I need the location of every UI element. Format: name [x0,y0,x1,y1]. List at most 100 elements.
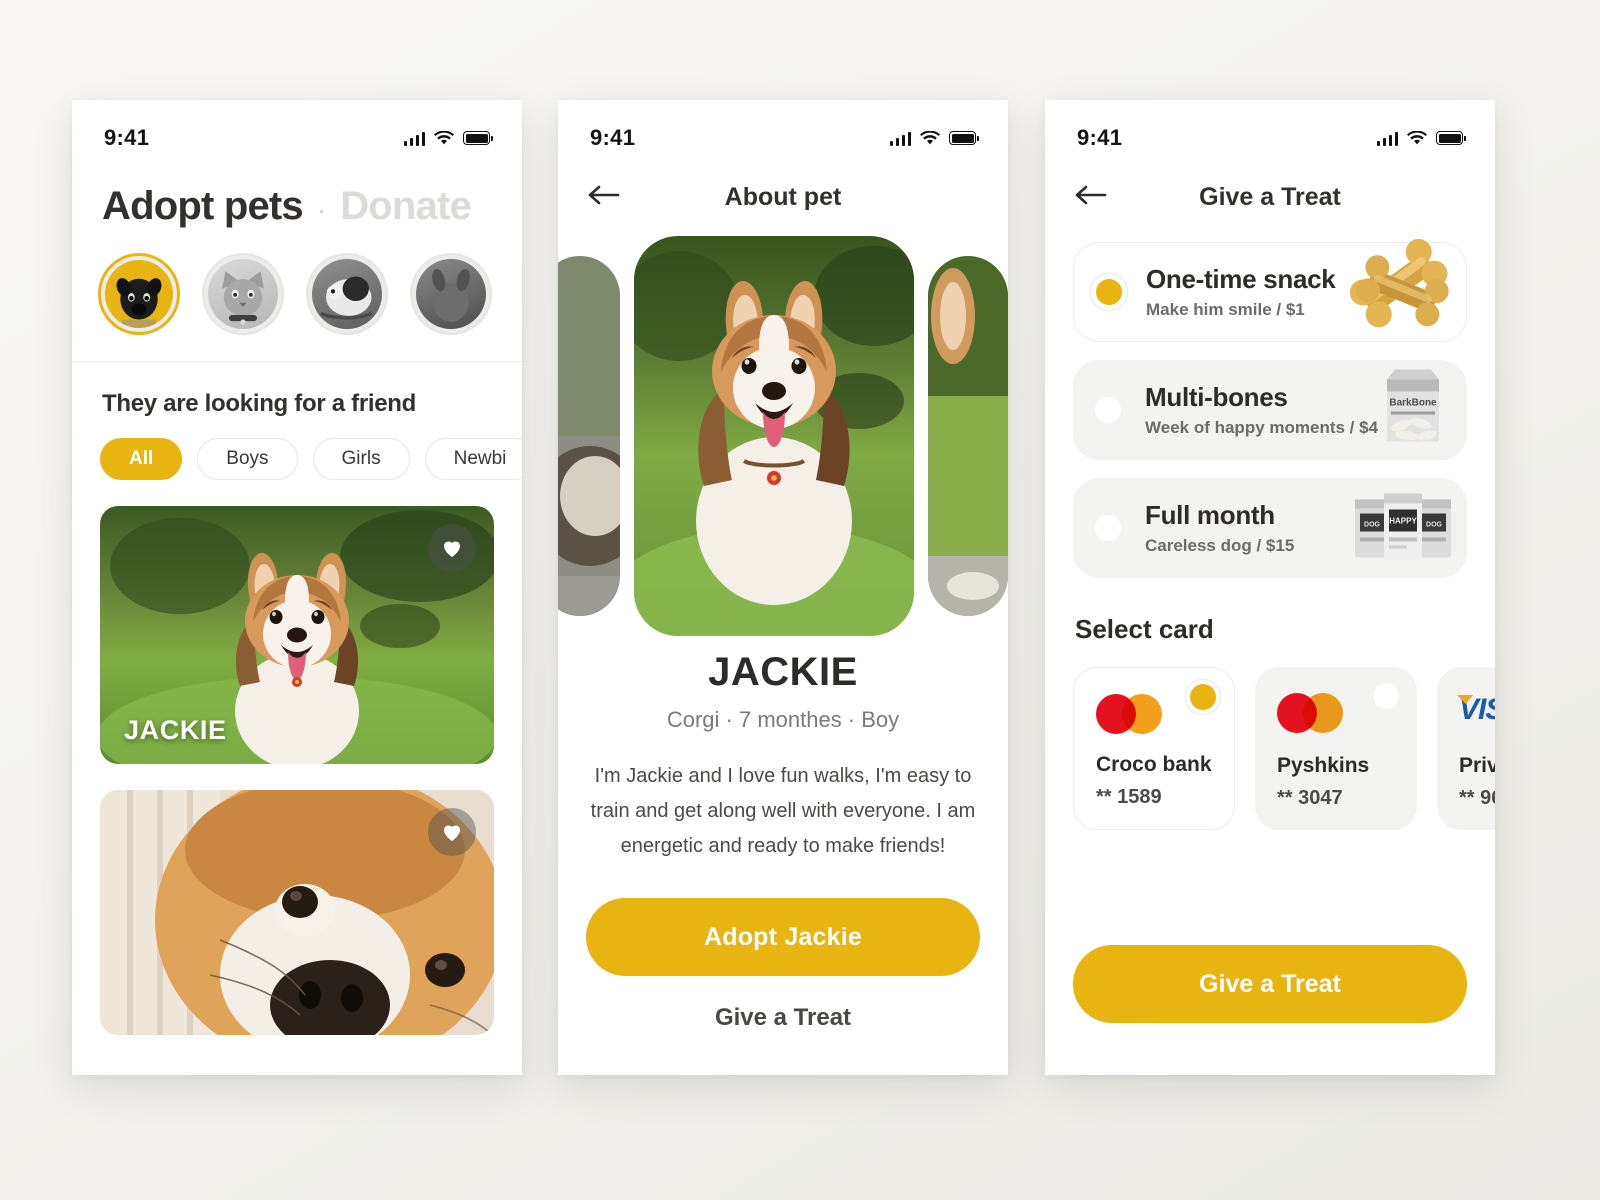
svg-text:BarkBone: BarkBone [1389,398,1437,409]
visa-icon: VISA [1459,693,1495,727]
pug-photo [116,278,162,328]
pet-category-row[interactable] [72,229,522,361]
guinea-pig-photo [319,276,373,320]
phone-screen-about-pet: 9:41 About pet JACKIE Corgi · 7 monthes … [558,100,1008,1075]
battery-icon [1436,131,1466,145]
tab-donate[interactable]: Donate [340,184,472,229]
treat-title: Full month [1145,500,1275,530]
svg-text:DOG: DOG [1426,522,1443,529]
svg-text:DOG: DOG [1364,522,1381,529]
carousel-main-photo[interactable] [634,236,914,636]
treat-option-full-month[interactable]: Full month Careless dog / $15 DOG DOG HA… [1073,478,1467,578]
carousel-next-photo[interactable] [928,256,1008,616]
status-time: 9:41 [590,125,636,150]
heart-icon [444,541,460,557]
filter-chip-girls[interactable]: Girls [312,438,410,480]
phone-screen-give-treat: 9:41 Give a Treat One-time snack Make hi… [1045,100,1495,1075]
favorite-button[interactable] [428,808,476,856]
food-bags-icon: DOG DOG HAPPY [1351,486,1455,571]
pet-card-second[interactable] [100,790,494,1035]
status-bar: 9:41 [558,100,1008,162]
give-treat-button[interactable]: Give a Treat [1073,945,1467,1023]
battery-icon [463,131,493,145]
card-number: ** 1589 [1096,786,1162,808]
pet-description: I'm Jackie and I love fun walks, I'm eas… [590,765,976,857]
select-card-title: Select card [1075,614,1214,644]
pet-photo-jackie-large [634,236,914,636]
treat-option-multi-bones[interactable]: Multi-bones Week of happy moments / $4 B… [1073,360,1467,460]
filter-chip-newbies[interactable]: Newbi [424,438,522,480]
status-time: 9:41 [1077,125,1123,150]
mastercard-icon [1096,694,1162,734]
status-time: 9:41 [104,125,150,150]
cellular-bars-icon [1376,131,1398,146]
card-list[interactable]: Croco bank ** 1589 Pyshkins ** 3047 VISA… [1045,645,1495,830]
back-button[interactable] [1075,182,1115,212]
title-separator: · [316,194,327,225]
heart-icon [444,825,460,841]
card-number: ** 9633 [1459,787,1495,809]
treat-subtitle: Week of happy moments / $4 [1145,418,1379,437]
filter-chip-boys[interactable]: Boys [197,438,298,480]
payment-card-privatbank[interactable]: VISA Privatb ** 9633 [1437,667,1495,830]
status-icons [889,130,979,146]
payment-card-pyshkins[interactable]: Pyshkins ** 3047 [1255,667,1417,830]
favorite-button[interactable] [428,524,476,572]
treat-option-one-time-snack[interactable]: One-time snack Make him smile / $1 [1073,238,1467,342]
treat-subtitle: Careless dog / $15 [1145,536,1295,555]
section-title-friends: They are looking for a friend [102,390,417,417]
status-icons [1376,130,1466,146]
phone-screen-adopt-pets: 9:41 Adopt pets · Donate They are lookin… [72,100,522,1075]
pet-photo-prev [558,256,620,616]
card-radio-selected[interactable] [1190,684,1216,710]
status-icons [403,130,493,146]
pet-name: JACKIE [708,650,858,694]
treat-title: One-time snack [1146,264,1336,294]
radio-selected[interactable] [1096,279,1122,305]
payment-card-croco-bank[interactable]: Croco bank ** 1589 [1073,667,1235,830]
wifi-icon [920,130,940,144]
radio-unselected[interactable] [1095,397,1121,423]
pet-card-name: JACKIE [124,715,227,745]
pet-photo-carousel[interactable] [558,228,1008,636]
arrow-left-icon [1075,185,1107,205]
cat-photo [222,271,264,325]
give-treat-link[interactable]: Give a Treat [558,1004,1008,1032]
wifi-icon [1407,130,1427,144]
pet-card-jackie[interactable]: JACKIE [100,506,494,764]
radio-unselected[interactable] [1095,515,1121,541]
card-bank-name: Pyshkins [1277,754,1370,777]
category-avatar-rodents[interactable] [306,253,388,335]
status-bar: 9:41 [1045,100,1495,162]
pet-meta: Corgi · 7 monthes · Boy [666,707,900,732]
bones-icon [1338,225,1458,348]
card-number: ** 3047 [1277,787,1343,809]
pet-photo-next [928,256,1008,616]
status-bar: 9:41 [72,100,522,162]
pet-photo [432,268,470,322]
treat-title: Multi-bones [1145,382,1288,412]
card-radio-unselected[interactable] [1373,683,1399,709]
tab-adopt-pets[interactable]: Adopt pets [102,184,304,229]
category-avatar-dogs[interactable] [98,253,180,335]
filter-chip-all[interactable]: All [100,438,183,480]
nav-bar: About pet [558,162,1008,228]
cellular-bars-icon [403,131,425,146]
svg-text:HAPPY: HAPPY [1389,517,1417,526]
cellular-bars-icon [889,131,911,146]
arrow-left-icon [588,185,620,205]
bone-bag-icon: BarkBone [1377,366,1449,455]
carousel-prev-photo[interactable] [558,256,620,616]
category-avatar-cats[interactable] [202,253,284,335]
back-button[interactable] [588,182,628,212]
card-bank-name: Croco bank [1096,753,1212,776]
filter-chip-row[interactable]: All Boys Girls Newbi [72,418,522,480]
nav-bar: Give a Treat [1045,162,1495,228]
adopt-button[interactable]: Adopt Jackie [586,898,980,976]
wifi-icon [434,130,454,144]
mastercard-icon [1277,693,1343,733]
category-avatar-more[interactable] [410,253,492,335]
card-bank-name: Privatb [1459,754,1495,777]
battery-icon [949,131,979,145]
treat-subtitle: Make him smile / $1 [1146,300,1305,319]
